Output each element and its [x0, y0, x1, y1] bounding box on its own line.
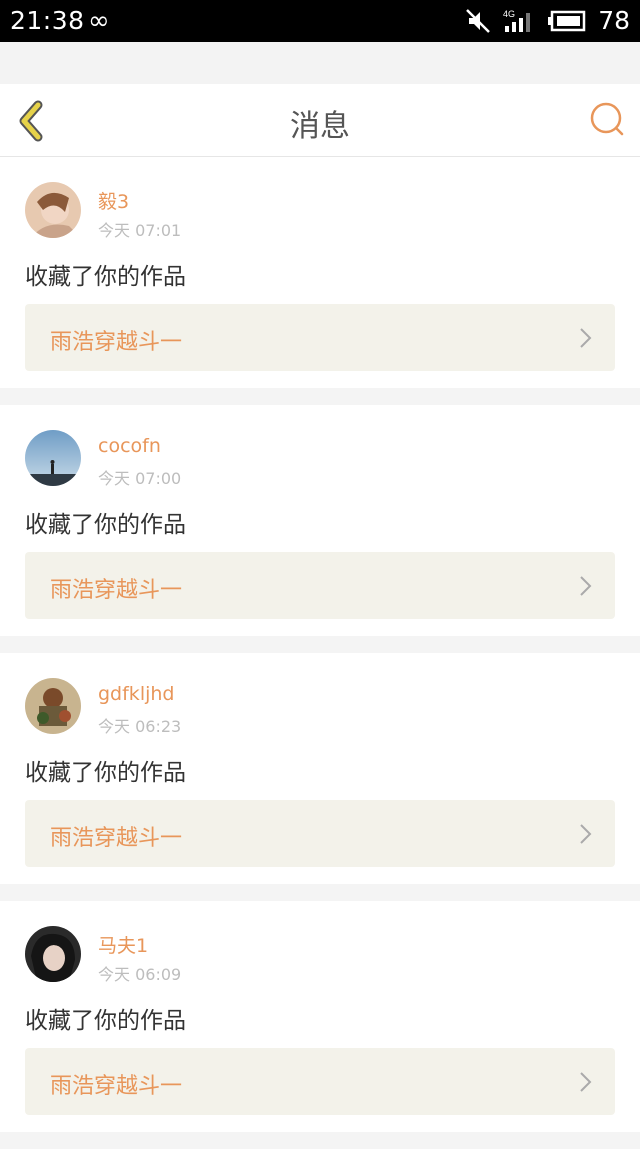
action-text: 收藏了你的作品: [25, 1008, 186, 1034]
username[interactable]: gdfkljhd: [98, 683, 174, 705]
avatar[interactable]: [25, 430, 81, 486]
work-title: 雨浩穿越斗一: [50, 330, 183, 355]
avatar[interactable]: [25, 926, 81, 982]
timestamp: 今天 06:09: [98, 965, 182, 984]
status-time: 21:38: [10, 6, 85, 35]
work-link[interactable]: 雨浩穿越斗一: [25, 552, 615, 619]
work-title: 雨浩穿越斗一: [50, 1074, 183, 1099]
work-title: 雨浩穿越斗一: [50, 578, 183, 603]
work-title: 雨浩穿越斗一: [50, 826, 183, 851]
work-link[interactable]: 雨浩穿越斗一: [25, 800, 615, 867]
status-bar: 21:38 ∞ 4G 78: [0, 0, 640, 42]
message-list: 毅3 今天 07:01 收藏了你的作品 雨浩穿越斗一 cocofn 今天 07:…: [0, 157, 640, 1149]
timestamp: 今天 07:01: [98, 221, 182, 240]
top-gap: [0, 42, 640, 84]
username[interactable]: 马夫1: [98, 931, 148, 958]
work-link[interactable]: 雨浩穿越斗一: [25, 304, 615, 371]
infinity-icon: ∞: [88, 6, 110, 36]
svg-text:4G: 4G: [503, 9, 515, 19]
message-card: 毅3 今天 07:01 收藏了你的作品 雨浩穿越斗一: [0, 157, 640, 388]
signal-4g-icon: 4G: [503, 9, 531, 32]
battery-icon: [548, 10, 586, 31]
action-text: 收藏了你的作品: [25, 264, 186, 290]
page-title: 消息: [290, 109, 350, 144]
mute-icon: [466, 8, 491, 33]
search-icon[interactable]: [588, 100, 628, 140]
avatar[interactable]: [25, 182, 81, 238]
work-link[interactable]: 雨浩穿越斗一: [25, 1048, 615, 1115]
chevron-right-icon: [580, 328, 592, 348]
message-card: cocofn 今天 07:00 收藏了你的作品 雨浩穿越斗一: [0, 405, 640, 636]
message-card: 马夫1 今天 06:09 收藏了你的作品 雨浩穿越斗一: [0, 901, 640, 1132]
timestamp: 今天 07:00: [98, 469, 182, 488]
avatar[interactable]: [25, 678, 81, 734]
action-text: 收藏了你的作品: [25, 760, 186, 786]
chevron-right-icon: [580, 824, 592, 844]
action-text: 收藏了你的作品: [25, 512, 186, 538]
battery-level: 78: [598, 6, 630, 35]
nav-bar: 消息: [0, 84, 640, 157]
chevron-right-icon: [580, 1072, 592, 1092]
timestamp: 今天 06:23: [98, 717, 182, 736]
chevron-right-icon: [580, 576, 592, 596]
message-card: gdfkljhd 今天 06:23 收藏了你的作品 雨浩穿越斗一: [0, 653, 640, 884]
username[interactable]: cocofn: [98, 435, 161, 457]
username[interactable]: 毅3: [98, 187, 129, 214]
